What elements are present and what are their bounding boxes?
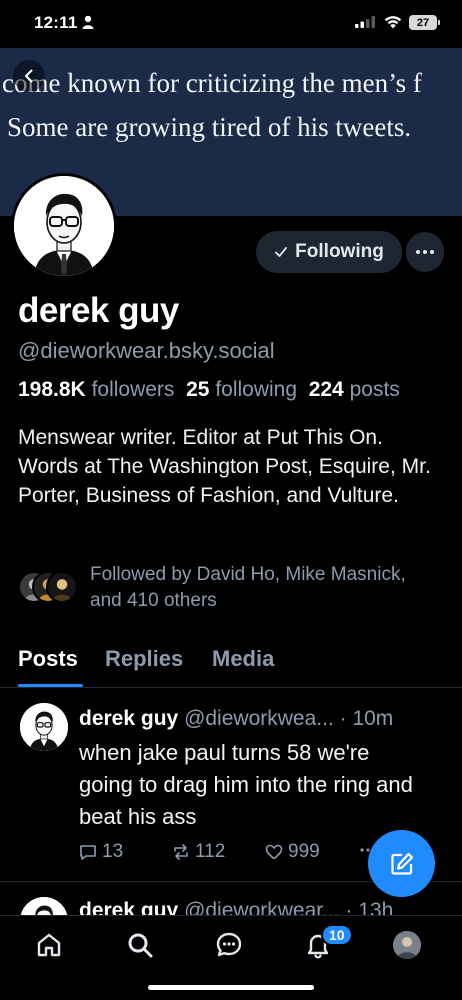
following-button-label: Following: [295, 241, 384, 262]
nav-home[interactable]: [34, 930, 64, 960]
post-time: · 10m: [339, 707, 394, 730]
reply-count: 13: [102, 841, 124, 862]
nav-profile[interactable]: [392, 930, 422, 960]
nav-search[interactable]: [125, 930, 155, 960]
signal-icon: [355, 16, 375, 28]
nav-chat[interactable]: [214, 930, 244, 960]
profile-stats: 198.8K followers 25 following 224 posts: [18, 378, 400, 402]
check-icon: [275, 247, 288, 257]
banner-text-line: Some are growing tired of his tweets.: [7, 112, 412, 142]
active-tab-indicator: [18, 684, 83, 687]
tab-media[interactable]: Media: [212, 646, 274, 672]
banner-text-line: come known for criticizing the men’s f: [2, 68, 422, 98]
back-button[interactable]: [13, 60, 45, 92]
profile-tabs: Posts Replies Media: [0, 640, 462, 688]
repost-icon: [174, 844, 188, 860]
search-icon: [128, 933, 153, 958]
status-time: 12:11: [34, 13, 78, 32]
posts-label: posts: [349, 378, 400, 401]
battery-indicator: 27: [409, 15, 440, 30]
followers-stat[interactable]: 198.8K followers: [18, 378, 174, 401]
repost-button[interactable]: 112: [172, 841, 225, 863]
profile-avatar[interactable]: [11, 173, 117, 279]
compose-icon: [390, 852, 413, 875]
post-author[interactable]: derek guy: [79, 707, 178, 730]
following-button[interactable]: Following: [256, 231, 402, 273]
status-bar: 12:11 27: [0, 0, 462, 48]
post-text: when jake paul turns 58 we're going to d…: [79, 740, 413, 829]
reply-button[interactable]: 13: [79, 841, 123, 863]
chat-icon: [216, 932, 242, 957]
followers-count: 198.8K: [18, 378, 86, 401]
followed-by-text[interactable]: Followed by David Ho, Mike Masnick, and …: [90, 562, 420, 614]
avatar: [393, 931, 421, 959]
ellipsis-icon: [416, 250, 434, 254]
comment-icon: [80, 845, 96, 860]
bottom-nav: 10: [0, 915, 462, 1000]
post-handle[interactable]: @dieworkwea...: [184, 707, 334, 730]
wifi-icon: [384, 16, 402, 29]
compose-button[interactable]: [368, 830, 435, 897]
chevron-left-icon: [25, 69, 33, 83]
followers-label: followers: [91, 378, 175, 401]
profile-bio: Menswear writer. Editor at Put This On. …: [18, 426, 431, 507]
home-indicator: [148, 985, 314, 990]
following-count: 25: [186, 378, 210, 401]
notification-badge: 10: [321, 924, 353, 946]
display-name: derek guy: [18, 291, 179, 330]
tab-posts[interactable]: Posts: [18, 646, 78, 672]
following-label: following: [215, 378, 298, 401]
avatar-illustration: [14, 176, 114, 276]
like-button[interactable]: 999: [265, 841, 320, 863]
tab-replies[interactable]: Replies: [105, 646, 183, 672]
post-avatar[interactable]: [20, 703, 68, 751]
following-stat[interactable]: 25 following: [186, 378, 297, 401]
post-header: derek guy @dieworkwea... · 10m: [79, 707, 393, 731]
posts-stat: 224 posts: [309, 378, 400, 401]
profile-handle: @dieworkwear.bsky.social: [18, 338, 275, 363]
person-icon: [82, 15, 94, 29]
avatar: [46, 571, 78, 603]
heart-icon: [265, 844, 283, 860]
repost-count: 112: [195, 841, 226, 862]
post-actions: 13 112 999: [79, 841, 399, 867]
like-count: 999: [288, 841, 320, 862]
more-options-button[interactable]: [406, 232, 444, 272]
home-icon: [37, 933, 61, 957]
posts-count: 224: [308, 378, 344, 401]
followed-by-avatars[interactable]: [18, 571, 82, 605]
